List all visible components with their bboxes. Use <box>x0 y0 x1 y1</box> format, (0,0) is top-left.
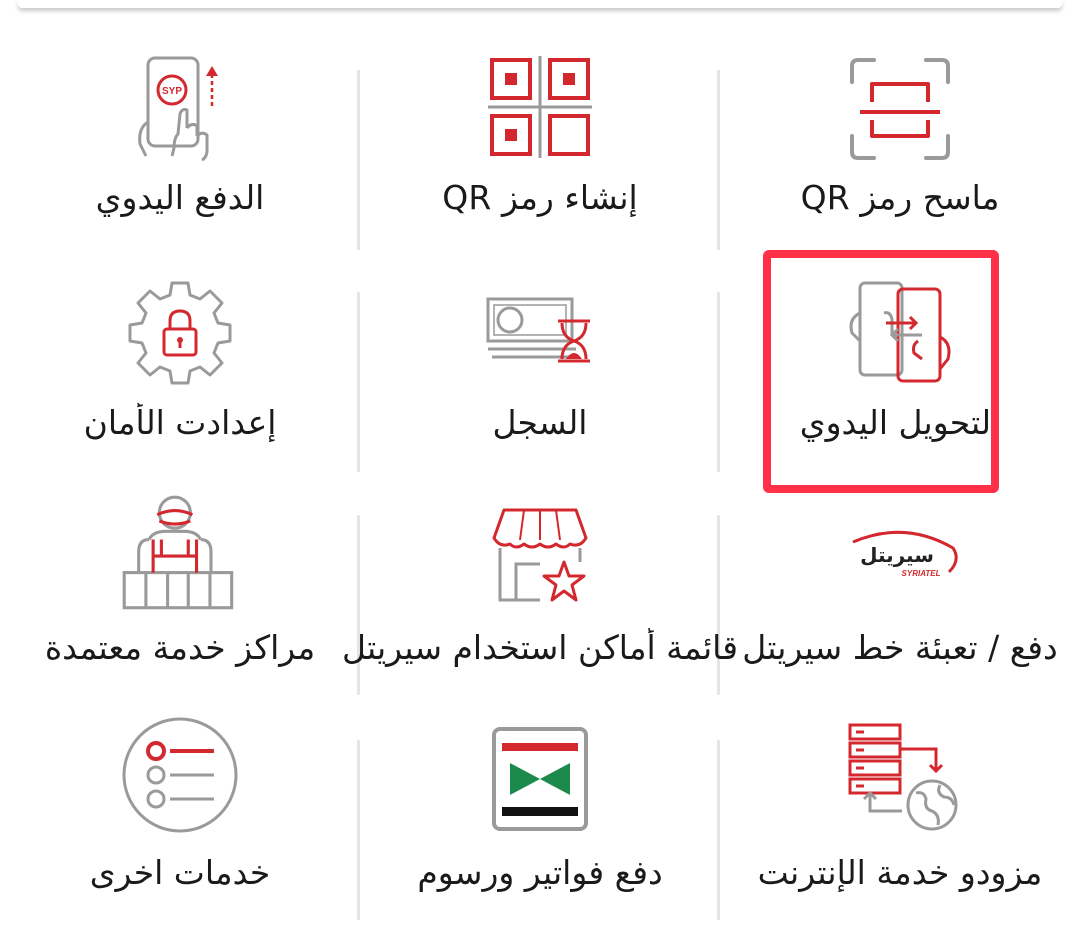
tile-label: إنشاء رمز QR <box>442 178 638 217</box>
tile-label: السجل <box>492 403 588 442</box>
tile-label: قائمة أماكن استخدام سيريتل <box>342 628 738 667</box>
phone-tap-syp-icon: SYP <box>120 52 240 172</box>
tile-label: التحويل اليدوي <box>799 403 1001 442</box>
syriatel-logo-icon: سيريتل SYRIATEL <box>835 520 965 590</box>
tile-usage-places[interactable]: قائمة أماكن استخدام سيريتل <box>342 450 738 675</box>
tile-history[interactable]: السجل <box>360 225 720 450</box>
service-agent-icon <box>118 492 242 616</box>
tile-label: خدمات اخرى <box>89 853 271 892</box>
list-menu-icon <box>120 715 240 835</box>
tile-syriatel-topup[interactable]: سيريتل SYRIATEL دفع / تعبئة خط سيريتل <box>720 450 1080 675</box>
flag-bills-icon <box>480 725 600 845</box>
tile-manual-transfer[interactable]: التحويل اليدوي <box>720 225 1080 450</box>
tile-label: دفع / تعبئة خط سيريتل <box>742 628 1058 667</box>
money-hourglass-icon <box>480 275 600 395</box>
gear-lock-icon <box>120 275 240 395</box>
tile-security-settings[interactable]: إعدادت الأمان <box>0 225 360 450</box>
tile-other-services[interactable]: خدمات اخرى <box>0 675 360 900</box>
tile-manual-payment[interactable]: SYP الدفع اليدوي <box>0 0 360 225</box>
svg-text:SYP: SYP <box>162 86 182 97</box>
phone-transfer-icon <box>840 275 960 395</box>
tile-create-qr[interactable]: إنشاء رمز QR <box>360 0 720 225</box>
tile-service-centers[interactable]: مراكز خدمة معتمدة <box>0 450 360 675</box>
server-globe-icon <box>840 719 960 839</box>
tile-label: دفع فواتير ورسوم <box>417 853 663 892</box>
tile-qr-scanner[interactable]: ماسح رمز QR <box>720 0 1080 225</box>
tile-label: مراكز خدمة معتمدة <box>44 628 316 667</box>
qr-code-icon <box>480 52 600 172</box>
tile-internet-providers[interactable]: مزودو خدمة الإنترنت <box>720 675 1080 900</box>
services-grid: ماسح رمز QR إنشاء رمز QR SYP الدفع اليدو… <box>0 0 1080 935</box>
svg-text:SYRIATEL: SYRIATEL <box>902 569 941 578</box>
tile-label: إعدادت الأمان <box>83 403 277 442</box>
tile-label: الدفع اليدوي <box>95 178 265 217</box>
tile-bills-fees[interactable]: دفع فواتير ورسوم <box>360 675 720 900</box>
qr-scanner-icon <box>840 52 960 172</box>
tile-label: ماسح رمز QR <box>800 178 1000 217</box>
store-star-icon <box>480 500 600 620</box>
svg-text:سيريتل: سيريتل <box>860 543 934 567</box>
tile-label: مزودو خدمة الإنترنت <box>757 853 1043 892</box>
